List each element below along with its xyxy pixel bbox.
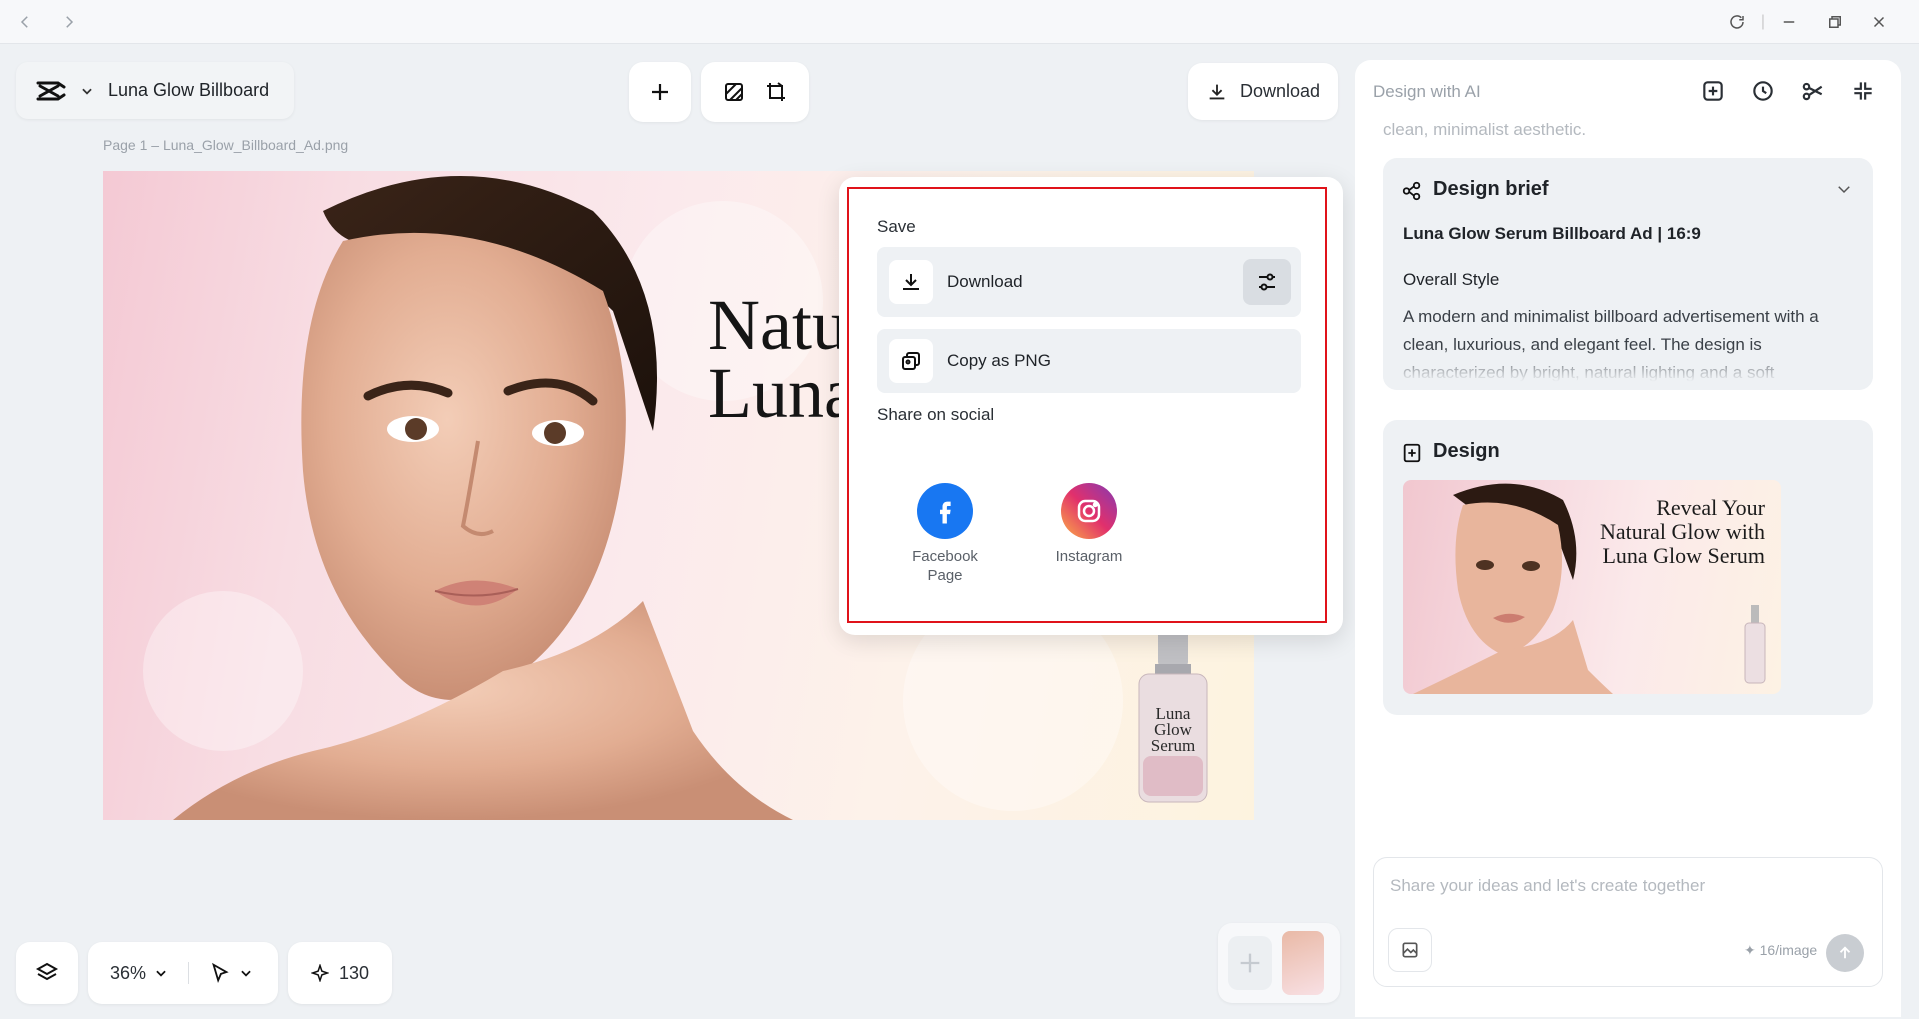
page-strip (1218, 923, 1340, 1003)
instagram-icon (1061, 483, 1117, 539)
headline-line-1: Natu (708, 285, 848, 365)
fade-overlay (1383, 348, 1873, 390)
sliders-icon (1259, 273, 1275, 291)
history-icon[interactable] (1750, 78, 1778, 106)
copy-image-icon (889, 339, 933, 383)
chevron-down-icon[interactable] (1835, 180, 1853, 198)
new-chat-icon[interactable] (1700, 78, 1728, 106)
download-icon (889, 260, 933, 304)
layers-icon (35, 962, 59, 981)
layers-button[interactable] (16, 942, 78, 1004)
document-menu[interactable]: Luna Glow Billboard (16, 62, 294, 119)
pointer-icon[interactable] (209, 962, 231, 984)
toolbar-divider (188, 962, 190, 984)
window-titlebar: | (0, 0, 1919, 44)
thumbnail-headline: Reveal Your Natural Glow with Luna Glow … (1600, 496, 1765, 568)
ai-panel-header: Design with AI (1355, 60, 1901, 122)
facebook-page-label: Facebook Page (912, 548, 978, 584)
thumbnail-bottle (1744, 605, 1766, 684)
instagram-share[interactable]: Instagram (1039, 483, 1139, 566)
crop-resize-icon[interactable] (764, 80, 788, 104)
design-brief-card: Design brief Luna Glow Serum Billboard A… (1383, 158, 1873, 390)
credits-count: 130 (338, 962, 370, 983)
thumb-line-2: Natural Glow with (1600, 519, 1765, 544)
close-icon[interactable] (1866, 10, 1892, 34)
remove-background-icon[interactable] (722, 80, 746, 104)
generation-cost: ✦ 16/image (1744, 942, 1817, 959)
download-popover: Save Download Copy as PNG Share on socia… (839, 177, 1343, 635)
workspace: Luna Glow Billboard Download Page 1 – Lu… (4, 45, 1350, 1017)
chevron-down-icon[interactable] (154, 966, 168, 980)
plus-icon (652, 84, 668, 100)
thumbnail-portrait (1413, 483, 1613, 694)
document-title[interactable]: Luna Glow Billboard (108, 80, 269, 101)
add-page-button[interactable] (1228, 936, 1272, 990)
design-card-title: Design (1433, 440, 1500, 462)
send-button[interactable] (1826, 934, 1864, 972)
zoom-controls: 36% (88, 942, 278, 1004)
chevron-down-icon[interactable] (239, 966, 253, 980)
thumb-line-1: Reveal Your (1656, 495, 1765, 520)
back-arrow-icon[interactable] (12, 10, 38, 34)
page-label: Page 1 – Luna_Glow_Billboard_Ad.png (103, 137, 349, 153)
titlebar-separator: | (1760, 13, 1766, 30)
facebook-icon (917, 483, 973, 539)
zoom-level[interactable]: 36% (110, 963, 146, 984)
download-option-label: Download (947, 272, 1023, 291)
headline-line-2: Luna (708, 353, 856, 433)
sparkle-icon (310, 964, 329, 982)
design-with-ai-panel: Design with AI clean, minimalist aesthet… (1355, 60, 1901, 1017)
copy-as-png-option[interactable]: Copy as PNG (877, 329, 1301, 393)
minimize-icon[interactable] (1776, 10, 1802, 34)
capcut-logo-icon (36, 81, 66, 100)
restore-icon[interactable] (1822, 10, 1848, 34)
share-icon[interactable] (1800, 78, 1828, 106)
arrow-up-icon (1839, 946, 1851, 959)
download-button[interactable]: Download (1188, 63, 1338, 120)
design-result-card: Design Reveal Your Natural Glow with Lun… (1383, 420, 1873, 715)
design-brief-title: Design brief (1433, 178, 1549, 200)
design-thumbnail[interactable]: Reveal Your Natural Glow with Luna Glow … (1403, 480, 1781, 694)
chat-input-box: Share your ideas and let's create togeth… (1373, 857, 1883, 987)
save-section-title: Save (877, 217, 916, 236)
previous-message-text: clean, minimalist aesthetic. (1383, 120, 1587, 139)
share-section-title: Share on social (877, 405, 995, 424)
image-upload-icon (1402, 942, 1418, 958)
model-portrait (173, 176, 793, 820)
design-brief-subtitle: Luna Glow Serum Billboard Ad | 16:9 (1403, 224, 1701, 243)
upload-image-button[interactable] (1388, 928, 1432, 972)
generation-cost-text: 16/image (1759, 942, 1818, 958)
add-button[interactable] (629, 62, 691, 122)
thumb-line-3: Luna Glow Serum (1602, 543, 1765, 568)
canvas-headline: Natu Luna (708, 285, 856, 433)
chat-input[interactable]: Share your ideas and let's create togeth… (1390, 876, 1705, 896)
chevron-down-icon[interactable] (80, 84, 94, 98)
copy-as-png-label: Copy as PNG (947, 351, 1051, 370)
download-icon (1209, 84, 1225, 99)
facebook-page-share[interactable]: Facebook Page (895, 483, 995, 585)
forward-arrow-icon[interactable] (56, 10, 82, 34)
download-settings-button[interactable] (1243, 259, 1291, 305)
canvas-tools (701, 62, 809, 122)
page-thumbnail[interactable] (1282, 931, 1324, 995)
refresh-icon[interactable] (1724, 10, 1750, 34)
download-option[interactable]: Download (877, 247, 1301, 317)
sparkle-icon: ✦ (1744, 942, 1760, 958)
ai-panel-title: Design with AI (1373, 82, 1481, 101)
instagram-label: Instagram (1055, 548, 1123, 565)
credits-button[interactable]: 130 (288, 942, 392, 1004)
plus-icon (1240, 953, 1260, 973)
overall-style-heading: Overall Style (1403, 270, 1500, 289)
design-brief-icon (1402, 181, 1421, 201)
serum-bottle-label: Luna Glow Serum (1150, 704, 1196, 755)
download-button-label: Download (1239, 81, 1321, 101)
collapse-icon[interactable] (1850, 78, 1878, 106)
design-icon (1403, 443, 1421, 463)
